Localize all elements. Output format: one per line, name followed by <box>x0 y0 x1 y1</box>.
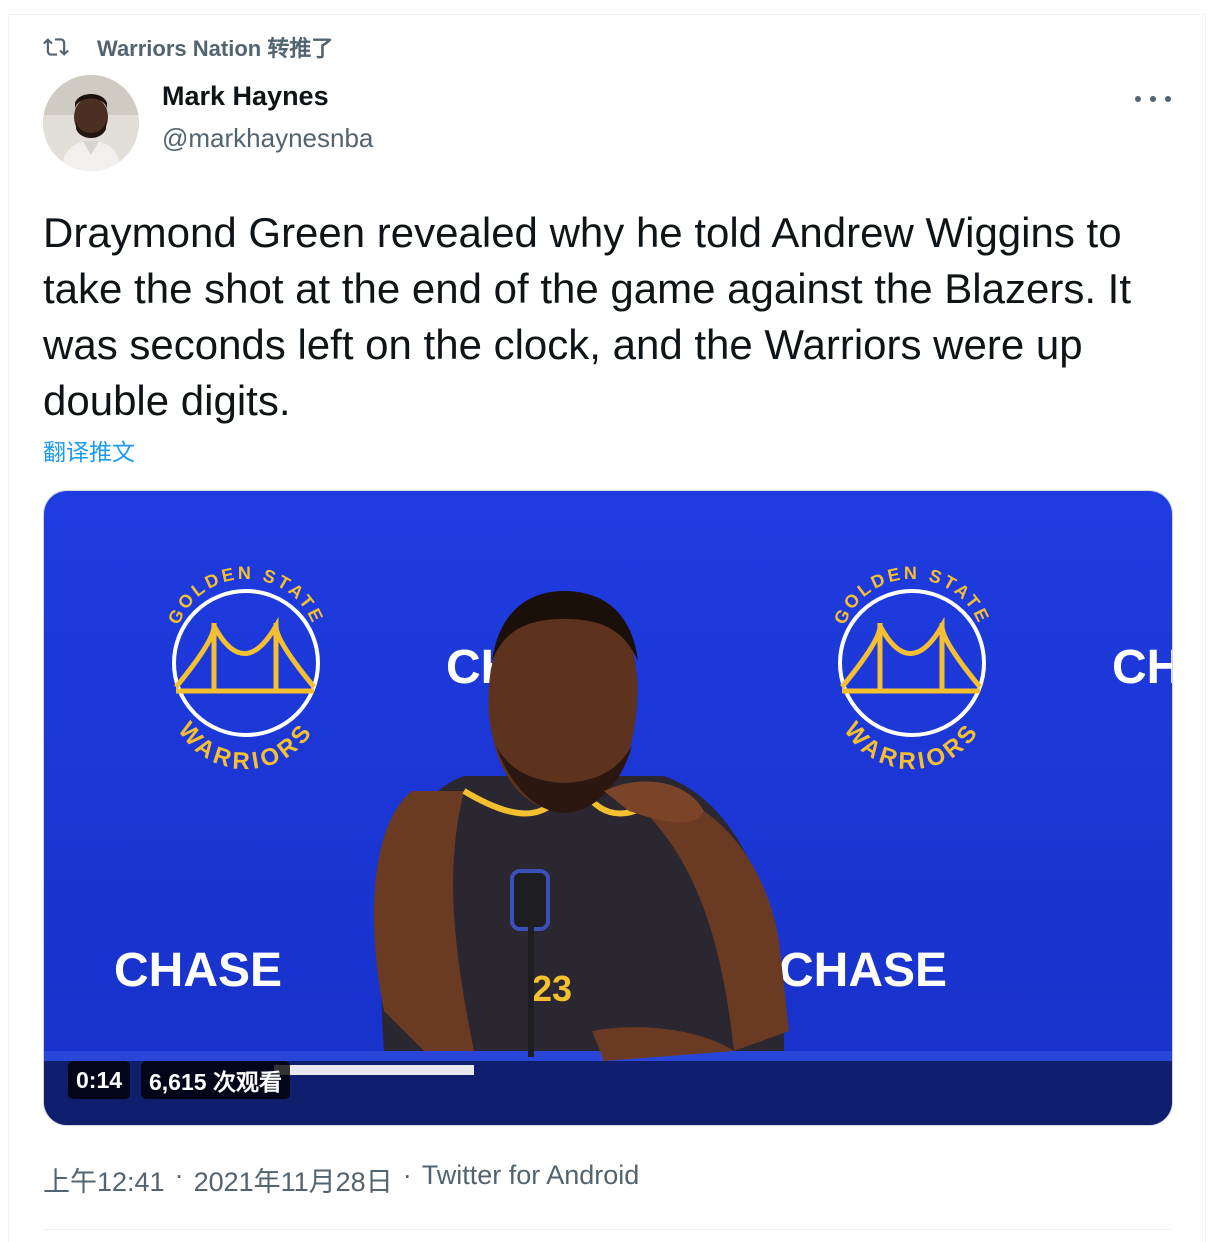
tweet-time[interactable]: 上午12:41 <box>43 1160 165 1199</box>
meta-separator: · <box>402 1160 412 1190</box>
author-name[interactable]: Mark Haynes <box>162 81 329 112</box>
divider <box>43 1229 1171 1230</box>
more-button[interactable] <box>1135 85 1171 113</box>
more-icon-dot <box>1165 96 1171 102</box>
tweet-date[interactable]: 2021年11月28日 <box>194 1160 393 1199</box>
tweet-card: Warriors Nation 转推了 Mark Haynes @markhay… <box>8 14 1206 1242</box>
sponsor-text-bottom-left: CHASE <box>114 944 282 997</box>
video-views-badge: 6,615 次观看 <box>141 1061 290 1099</box>
retweet-header[interactable]: Warriors Nation 转推了 <box>43 33 333 61</box>
more-icon-dot <box>1150 96 1156 102</box>
video-player[interactable]: GOLDEN STATE WARRIORS GOLDEN STATE WARRI… <box>43 490 1173 1126</box>
sponsor-text-top-right: CHASE <box>1112 641 1173 694</box>
retweet-icon <box>43 38 69 56</box>
sponsor-text-bottom-right: CHASE <box>779 944 947 997</box>
translate-tweet-link[interactable]: 翻译推文 <box>43 433 135 467</box>
tweet-source[interactable]: Twitter for Android <box>422 1160 640 1199</box>
meta-separator: · <box>174 1160 184 1190</box>
avatar[interactable] <box>43 75 139 171</box>
jersey-number: 23 <box>532 968 572 1009</box>
more-icon-dot <box>1135 96 1141 102</box>
video-thumbnail: GOLDEN STATE WARRIORS GOLDEN STATE WARRI… <box>44 491 1173 1125</box>
retweet-text[interactable]: Warriors Nation 转推了 <box>97 31 333 63</box>
author-handle[interactable]: @markhaynesnba <box>162 123 373 154</box>
avatar-image <box>43 75 139 171</box>
tweet-text: Draymond Green revealed why he told Andr… <box>43 209 1132 424</box>
video-duration-badge: 0:14 <box>68 1061 131 1099</box>
tweet-meta: 上午12:41 · 2021年11月28日 · Twitter for Andr… <box>43 1160 639 1199</box>
